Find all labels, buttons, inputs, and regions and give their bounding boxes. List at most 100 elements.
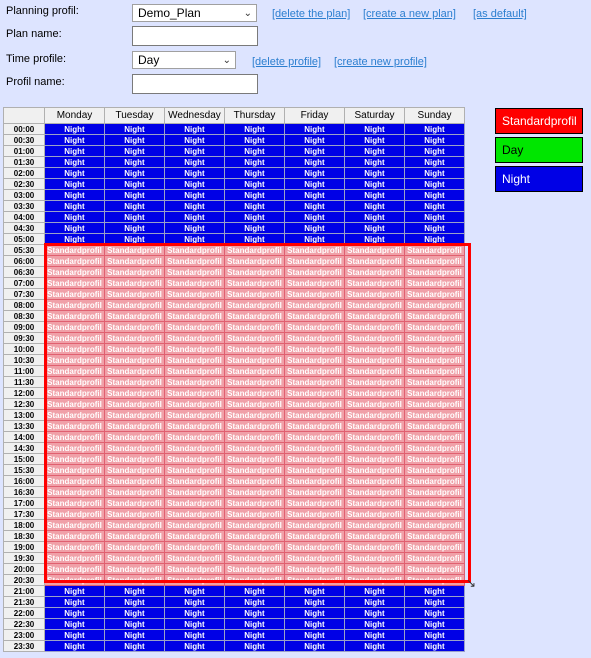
schedule-cell[interactable]: Standardprofil xyxy=(404,442,465,454)
schedule-cell[interactable]: Night xyxy=(164,123,225,135)
schedule-cell[interactable]: Night xyxy=(284,145,345,157)
schedule-cell[interactable]: Standardprofil xyxy=(44,453,105,465)
schedule-cell[interactable]: Standardprofil xyxy=(224,541,285,553)
schedule-cell[interactable]: Standardprofil xyxy=(404,288,465,300)
schedule-cell[interactable]: Standardprofil xyxy=(284,365,345,377)
schedule-cell[interactable]: Standardprofil xyxy=(404,475,465,487)
schedule-cell[interactable]: Night xyxy=(164,585,225,597)
schedule-cell[interactable]: Night xyxy=(164,222,225,234)
schedule-cell[interactable]: Standardprofil xyxy=(164,453,225,465)
schedule-cell[interactable]: Standardprofil xyxy=(404,321,465,333)
legend-standardprofil[interactable]: Standardprofil xyxy=(495,108,583,134)
schedule-cell[interactable]: Standardprofil xyxy=(104,299,165,311)
schedule-cell[interactable]: Standardprofil xyxy=(404,266,465,278)
schedule-cell[interactable]: Standardprofil xyxy=(284,497,345,509)
schedule-cell[interactable]: Standardprofil xyxy=(104,354,165,366)
schedule-cell[interactable]: Standardprofil xyxy=(104,574,165,586)
schedule-cell[interactable]: Standardprofil xyxy=(284,398,345,410)
schedule-cell[interactable]: Standardprofil xyxy=(284,508,345,520)
schedule-cell[interactable]: Standardprofil xyxy=(404,563,465,575)
schedule-cell[interactable]: Standardprofil xyxy=(164,409,225,421)
schedule-cell[interactable]: Night xyxy=(104,585,165,597)
schedule-cell[interactable]: Night xyxy=(104,189,165,201)
schedule-cell[interactable]: Night xyxy=(284,233,345,245)
schedule-cell[interactable]: Night xyxy=(44,178,105,190)
schedule-cell[interactable]: Standardprofil xyxy=(344,288,405,300)
schedule-cell[interactable]: Standardprofil xyxy=(284,277,345,289)
schedule-cell[interactable]: Standardprofil xyxy=(344,420,405,432)
schedule-cell[interactable]: Standardprofil xyxy=(224,266,285,278)
schedule-cell[interactable]: Standardprofil xyxy=(344,486,405,498)
schedule-cell[interactable]: Night xyxy=(344,156,405,168)
schedule-cell[interactable]: Night xyxy=(284,629,345,641)
schedule-cell[interactable]: Standardprofil xyxy=(284,299,345,311)
schedule-cell[interactable]: Night xyxy=(164,629,225,641)
schedule-cell[interactable]: Night xyxy=(344,167,405,179)
schedule-cell[interactable]: Standardprofil xyxy=(224,277,285,289)
schedule-cell[interactable]: Night xyxy=(344,585,405,597)
schedule-cell[interactable]: Standardprofil xyxy=(344,552,405,564)
schedule-cell[interactable]: Standardprofil xyxy=(224,420,285,432)
schedule-cell[interactable]: Standardprofil xyxy=(284,387,345,399)
create-plan-link[interactable]: [create a new plan] xyxy=(363,8,456,20)
schedule-cell[interactable]: Standardprofil xyxy=(104,563,165,575)
schedule-cell[interactable]: Standardprofil xyxy=(104,387,165,399)
schedule-cell[interactable]: Standardprofil xyxy=(44,409,105,421)
schedule-cell[interactable]: Standardprofil xyxy=(164,376,225,388)
schedule-cell[interactable]: Night xyxy=(104,233,165,245)
schedule-cell[interactable]: Standardprofil xyxy=(404,387,465,399)
schedule-cell[interactable]: Standardprofil xyxy=(344,431,405,443)
schedule-cell[interactable]: Standardprofil xyxy=(284,541,345,553)
schedule-cell[interactable]: Standardprofil xyxy=(44,574,105,586)
schedule-cell[interactable]: Night xyxy=(344,134,405,146)
schedule-cell[interactable]: Night xyxy=(44,145,105,157)
schedule-cell[interactable]: Night xyxy=(284,211,345,223)
schedule-cell[interactable]: Standardprofil xyxy=(404,431,465,443)
schedule-cell[interactable]: Standardprofil xyxy=(344,563,405,575)
schedule-cell[interactable]: Night xyxy=(164,134,225,146)
schedule-cell[interactable]: Night xyxy=(404,145,465,157)
schedule-cell[interactable]: Standardprofil xyxy=(344,354,405,366)
schedule-cell[interactable]: Night xyxy=(344,629,405,641)
schedule-cell[interactable]: Standardprofil xyxy=(224,530,285,542)
schedule-cell[interactable]: Night xyxy=(344,233,405,245)
schedule-cell[interactable]: Night xyxy=(224,200,285,212)
schedule-cell[interactable]: Standardprofil xyxy=(404,332,465,344)
schedule-cell[interactable]: Standardprofil xyxy=(104,475,165,487)
schedule-cell[interactable]: Standardprofil xyxy=(224,288,285,300)
schedule-cell[interactable]: Night xyxy=(404,596,465,608)
schedule-cell[interactable]: Standardprofil xyxy=(104,486,165,498)
schedule-cell[interactable]: Night xyxy=(104,145,165,157)
schedule-cell[interactable]: Night xyxy=(44,134,105,146)
schedule-cell[interactable]: Standardprofil xyxy=(224,497,285,509)
schedule-cell[interactable]: Standardprofil xyxy=(344,574,405,586)
schedule-cell[interactable]: Night xyxy=(164,189,225,201)
schedule-cell[interactable]: Night xyxy=(164,167,225,179)
schedule-cell[interactable]: Standardprofil xyxy=(344,541,405,553)
schedule-cell[interactable]: Standardprofil xyxy=(224,574,285,586)
schedule-cell[interactable]: Night xyxy=(404,629,465,641)
schedule-cell[interactable]: Night xyxy=(284,200,345,212)
schedule-cell[interactable]: Standardprofil xyxy=(164,255,225,267)
schedule-cell[interactable]: Standardprofil xyxy=(284,409,345,421)
schedule-cell[interactable]: Night xyxy=(224,618,285,630)
schedule-cell[interactable]: Night xyxy=(344,596,405,608)
schedule-cell[interactable]: Night xyxy=(284,585,345,597)
schedule-cell[interactable]: Standardprofil xyxy=(44,255,105,267)
schedule-cell[interactable]: Standardprofil xyxy=(104,343,165,355)
schedule-cell[interactable]: Standardprofil xyxy=(224,508,285,520)
schedule-cell[interactable]: Night xyxy=(164,618,225,630)
schedule-cell[interactable]: Standardprofil xyxy=(344,332,405,344)
schedule-cell[interactable]: Night xyxy=(164,145,225,157)
schedule-cell[interactable]: Standardprofil xyxy=(404,508,465,520)
schedule-cell[interactable]: Night xyxy=(224,629,285,641)
schedule-cell[interactable]: Standardprofil xyxy=(344,266,405,278)
schedule-cell[interactable]: Standardprofil xyxy=(44,497,105,509)
schedule-cell[interactable]: Standardprofil xyxy=(404,343,465,355)
schedule-cell[interactable]: Standardprofil xyxy=(224,552,285,564)
schedule-cell[interactable]: Standardprofil xyxy=(44,475,105,487)
schedule-cell[interactable]: Standardprofil xyxy=(344,497,405,509)
schedule-cell[interactable]: Standardprofil xyxy=(284,266,345,278)
schedule-cell[interactable]: Standardprofil xyxy=(44,398,105,410)
schedule-cell[interactable]: Standardprofil xyxy=(44,508,105,520)
